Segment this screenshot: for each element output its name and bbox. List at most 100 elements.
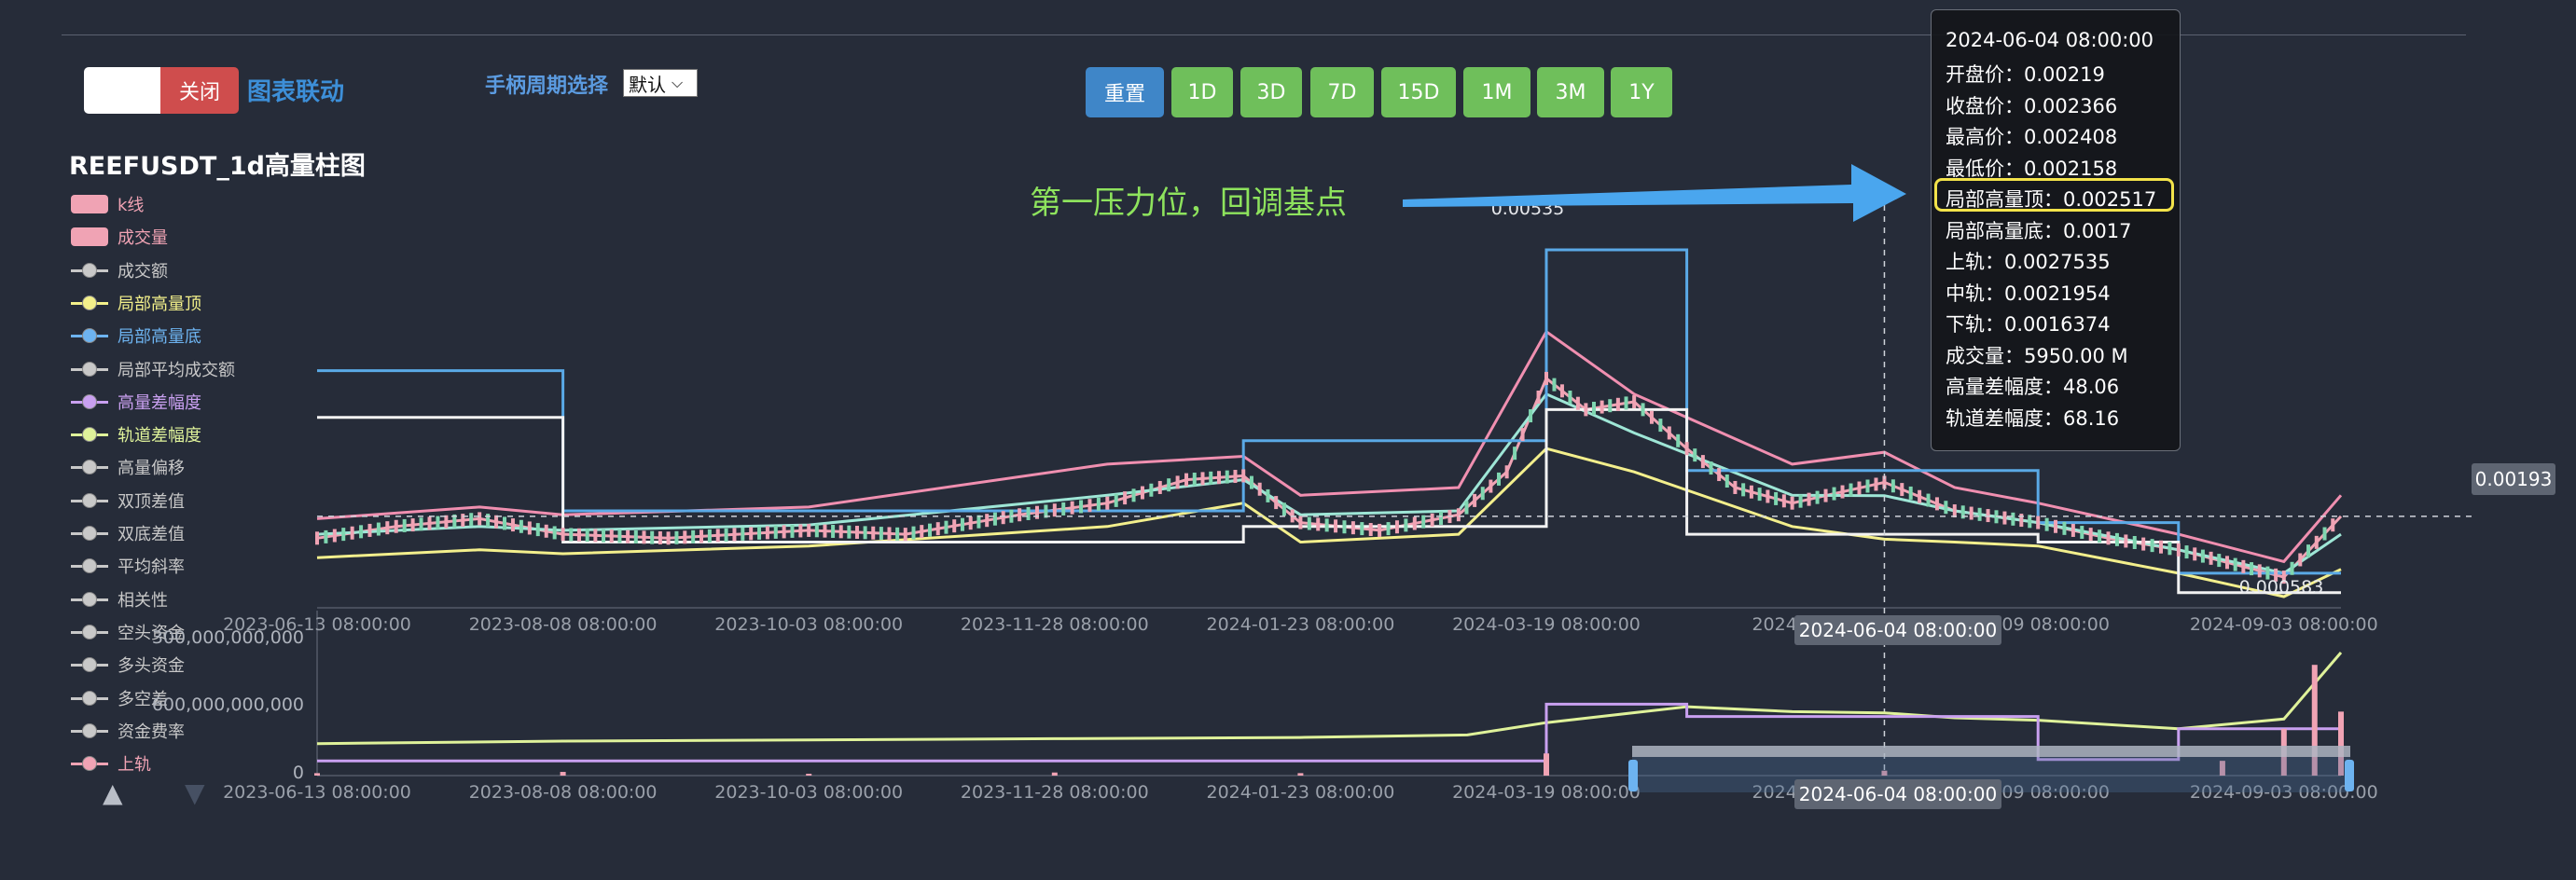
tooltip-row: 中轨：0.0021954	[1946, 282, 2111, 305]
candle-mark	[2209, 551, 2213, 565]
candle-mark	[402, 518, 407, 532]
candle-mark	[1774, 491, 1779, 505]
candle-mark	[332, 529, 337, 543]
candle-mark	[1575, 396, 1580, 410]
candle-mark	[350, 526, 354, 540]
candle-mark	[519, 519, 523, 533]
candle-mark	[1087, 499, 1092, 513]
candle-mark	[1257, 482, 1262, 496]
candle-mark	[741, 527, 745, 541]
candle-mark	[2224, 556, 2229, 570]
candle-mark	[658, 530, 662, 544]
candle-mark	[569, 528, 574, 542]
candle-mark	[617, 529, 622, 543]
volume-bar	[560, 772, 566, 776]
candle-mark	[2298, 553, 2303, 567]
candle-mark	[1175, 475, 1180, 489]
candle-mark	[510, 518, 515, 532]
legend-page-down-icon[interactable]: ▼	[185, 777, 205, 808]
candle-mark	[1378, 523, 1382, 537]
lower-x-tick-label: 2023-11-28 08:00:00	[961, 782, 1149, 803]
candle-mark	[1350, 521, 1355, 535]
candle-mark	[765, 526, 769, 540]
volume-bar	[1051, 772, 1058, 776]
tooltip-row: 高量差幅度：48.06	[1946, 376, 2120, 398]
tooltip-row: 成交量：5950.00 M	[1946, 344, 2128, 367]
candle-mark	[2114, 532, 2119, 546]
candle-mark	[1952, 504, 1957, 518]
candle-mark	[1667, 426, 1671, 440]
candle-mark	[1781, 494, 1786, 508]
candle-mark	[1464, 501, 1469, 515]
candle-mark	[1052, 503, 1057, 517]
candle-mark	[2054, 519, 2058, 533]
candle-mark	[2141, 537, 2146, 551]
candle-mark	[854, 526, 859, 540]
candle-mark	[1513, 447, 1517, 461]
volume-bar	[1297, 773, 1304, 776]
candle-mark	[2088, 528, 2093, 542]
candle-mark	[1209, 471, 1213, 485]
candle-mark	[1840, 485, 1845, 499]
candle-mark	[863, 526, 867, 540]
volume-bar	[1544, 753, 1550, 776]
candle-mark	[674, 530, 679, 544]
candle-mark	[2011, 512, 2015, 526]
candle-mark	[847, 525, 852, 539]
candle-mark	[1394, 520, 1399, 534]
min-value-label: 0.000583	[2239, 577, 2324, 598]
candle-mark	[944, 520, 949, 534]
candle-mark	[2314, 535, 2319, 549]
candle-mark	[1684, 442, 1689, 456]
candle-mark	[1192, 473, 1197, 487]
candle-mark	[1676, 433, 1681, 447]
candle-mark	[1624, 396, 1628, 410]
candle-mark	[535, 523, 540, 537]
candle-mark	[757, 526, 762, 540]
candle-mark	[376, 522, 381, 536]
candle-mark	[773, 525, 778, 539]
candle-mark	[2233, 557, 2237, 571]
candle-mark	[920, 525, 924, 539]
candle-mark	[1241, 469, 1246, 483]
crosshair-price-label: 0.00193	[2472, 463, 2555, 495]
candle-mark	[1298, 516, 1303, 529]
candle-mark	[2290, 561, 2294, 575]
candle-mark	[2036, 516, 2041, 529]
zoom-slider-bar	[1632, 746, 2350, 757]
candle-mark	[1741, 483, 1746, 497]
main-x-tick-label: 2024-01-23 08:00:00	[1207, 614, 1395, 635]
candle-mark	[790, 524, 795, 538]
chart-canvas[interactable]: 2023-06-13 08:00:002023-06-13 08:00:0020…	[0, 0, 2576, 880]
lower-x-tick-label: 2023-06-13 08:00:00	[223, 782, 411, 803]
candle-mark	[626, 529, 630, 543]
candle-mark	[444, 515, 449, 529]
candle-mark	[2306, 544, 2311, 558]
candle-mark	[871, 526, 876, 540]
candle-mark	[911, 526, 916, 540]
candle-mark	[544, 524, 548, 538]
candle-mark	[1480, 487, 1485, 501]
main-x-tick-label: 2024-09-03 08:00:00	[2190, 614, 2378, 635]
candle-mark	[1658, 419, 1663, 433]
candle-mark	[1790, 496, 1794, 510]
candle-mark	[895, 527, 900, 541]
candle-mark	[1615, 397, 1620, 411]
candle-mark	[976, 515, 981, 529]
candle-mark	[359, 525, 364, 539]
candle-mark	[1890, 479, 1895, 493]
candle-mark	[2106, 531, 2111, 545]
lower-y-tick-label: 300,000,000,000	[152, 627, 304, 648]
candle-mark	[807, 523, 811, 537]
candle-mark	[952, 519, 957, 533]
candle-mark	[2184, 545, 2189, 559]
candle-mark	[707, 529, 712, 543]
legend-page-up-icon[interactable]: ▲	[103, 777, 123, 808]
candle-mark	[642, 530, 646, 544]
candle-mark	[1316, 517, 1321, 531]
candle-mark	[2132, 536, 2137, 550]
candle-mark	[823, 524, 827, 538]
candle-mark	[1200, 472, 1205, 486]
candle-mark	[1649, 410, 1654, 424]
candle-mark	[1274, 496, 1279, 510]
